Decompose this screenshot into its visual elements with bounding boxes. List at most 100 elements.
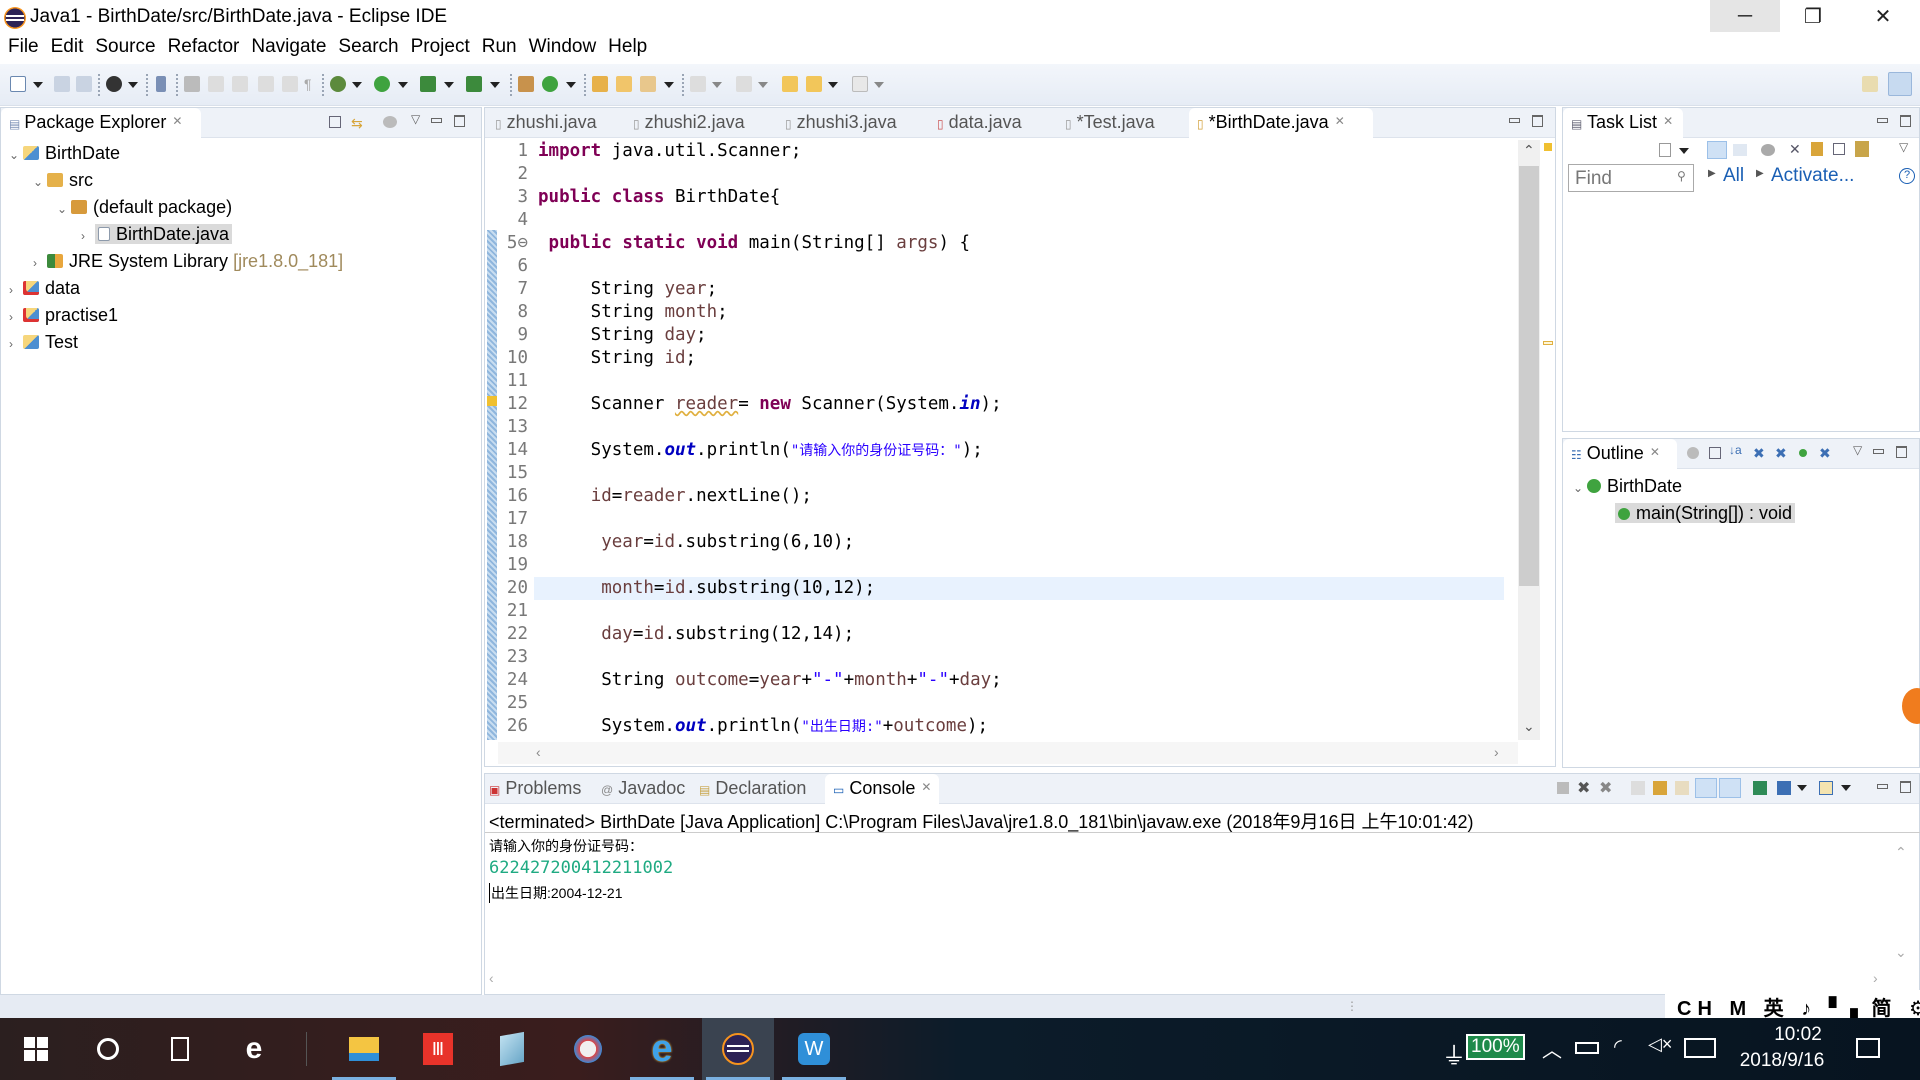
remove-all-terminated-icon[interactable]: ✖ — [1599, 778, 1612, 798]
code-editor[interactable]: 1 import java.util.Scanner; 2 3 public class… — [498, 140, 1514, 740]
task-find-input[interactable]: Find ⚲ — [1568, 164, 1694, 192]
show-on-stdout-icon[interactable] — [1695, 778, 1717, 798]
tree-item-src[interactable]: ⌄ src — [33, 167, 93, 193]
tab-zhushi3-java[interactable]: ▯ zhushi3.java — [785, 112, 897, 133]
hide-local-types-icon[interactable]: ✖ — [1819, 445, 1831, 462]
minimize-view-button[interactable] — [431, 114, 465, 130]
overview-occurrence-icon[interactable] — [1543, 341, 1553, 345]
tab-package-explorer[interactable]: ▤ Package Explorer ✕ — [1, 108, 201, 138]
line-number[interactable]: 24 — [498, 669, 534, 692]
red-app-button[interactable]: Ⅲ — [402, 1018, 474, 1080]
collapse-all-icon[interactable] — [329, 116, 341, 128]
tree-item-birthdate-java[interactable]: › BirthDate.java — [81, 221, 233, 249]
coverage-dropdown-icon[interactable] — [444, 82, 454, 88]
search-icon[interactable] — [640, 76, 656, 92]
save-icon[interactable] — [54, 76, 70, 92]
chevron-down-icon[interactable]: ⌄ — [57, 196, 71, 222]
show-on-stderr-icon[interactable] — [1719, 778, 1741, 798]
tree-item-default-package[interactable]: ⌄ (default package) — [57, 194, 232, 220]
previous-annotation-icon[interactable] — [736, 76, 752, 92]
chevron-right-icon[interactable]: › — [33, 250, 47, 276]
edit-icon[interactable] — [208, 76, 224, 92]
scroll-down-icon[interactable]: ⌄ — [1523, 718, 1535, 735]
forward-icon[interactable] — [852, 76, 868, 92]
code-line[interactable]: 4 — [498, 209, 1514, 232]
clear-console-icon[interactable] — [1631, 781, 1645, 795]
scroll-lock-icon[interactable] — [1653, 781, 1667, 795]
pilcrow-icon[interactable]: ¶ — [304, 76, 320, 92]
line-number[interactable]: 1 — [498, 140, 534, 163]
code-line[interactable]: 2 — [498, 163, 1514, 186]
code-line[interactable]: 19 — [498, 554, 1514, 577]
line-number[interactable]: 21 — [498, 600, 534, 623]
code-line[interactable]: 26 System.out.println("出生日期:"+outcome); — [498, 715, 1514, 738]
focus-icon[interactable] — [383, 116, 397, 128]
view-menu-icon[interactable]: ▽ — [1853, 443, 1862, 457]
scroll-down-icon[interactable]: ⌄ — [1895, 944, 1907, 961]
code-line[interactable]: 9 String day; — [498, 324, 1514, 347]
debug-dropdown-icon[interactable] — [352, 82, 362, 88]
code-line[interactable]: 6 — [498, 255, 1514, 278]
next-annotation-icon[interactable] — [690, 76, 706, 92]
sort-icon[interactable]: ↓a — [1729, 443, 1742, 457]
line-number[interactable]: 7 — [498, 278, 534, 301]
paint-button[interactable] — [552, 1018, 624, 1080]
internet-explorer-button[interactable]: e — [626, 1018, 698, 1080]
code-line[interactable]: 1 import java.util.Scanner; — [498, 140, 1514, 163]
scroll-up-icon[interactable]: ⌃ — [1523, 142, 1535, 159]
remove-launch-icon[interactable]: ✖ — [1577, 778, 1590, 798]
code-line[interactable]: 13 — [498, 416, 1514, 439]
menu-file[interactable]: File — [0, 34, 39, 64]
previous-annotation-dropdown-icon[interactable] — [758, 82, 768, 88]
code-line[interactable]: 14 System.out.println("请输入你的身份证号码："); — [498, 439, 1514, 462]
wps-writer-button[interactable]: W — [778, 1018, 850, 1080]
menu-refactor[interactable]: Refactor — [160, 34, 240, 64]
tree-item-jre-library[interactable]: › JRE System Library [jre1.8.0_181] — [33, 248, 343, 274]
menu-window[interactable]: Window — [521, 34, 597, 64]
display-console-dropdown-icon[interactable] — [1797, 785, 1807, 791]
line-number[interactable]: 3 — [498, 186, 534, 209]
warning-marker-icon[interactable] — [487, 396, 497, 406]
code-line[interactable]: 5⊖ public static void main(String[] args… — [498, 232, 1514, 255]
close-icon[interactable]: ✕ — [1663, 114, 1673, 128]
chevron-right-icon[interactable]: › — [9, 331, 23, 357]
code-line[interactable]: 23 — [498, 646, 1514, 669]
code-line[interactable]: 7 String year; — [498, 278, 1514, 301]
tree-item-practise1-project[interactable]: › practise1 — [9, 302, 118, 328]
touch-keyboard-icon[interactable] — [1684, 1038, 1716, 1058]
activate-task-link[interactable]: Activate... — [1771, 165, 1854, 187]
editor-minmax-buttons[interactable] — [1509, 114, 1543, 130]
line-number[interactable]: 14 — [498, 439, 534, 462]
tab-javadoc[interactable]: @ Javadoc — [601, 778, 685, 799]
minimize-button[interactable]: ─ — [1710, 0, 1780, 32]
scroll-left-icon[interactable]: ‹ — [489, 970, 494, 986]
line-number[interactable]: 9 — [498, 324, 534, 347]
focus-on-workweek-icon[interactable] — [1761, 144, 1775, 156]
scheduled-icon[interactable] — [1733, 144, 1747, 156]
line-number[interactable]: 26 — [498, 715, 534, 738]
line-number[interactable]: 18 — [498, 531, 534, 554]
external-tools-icon[interactable] — [466, 76, 482, 92]
tab-outline[interactable]: ☷ Outline ✕ — [1563, 439, 1677, 469]
block-selection-icon[interactable] — [258, 76, 274, 92]
all-tasks-link[interactable]: All — [1723, 165, 1744, 187]
code-line[interactable]: 12 Scanner reader= new Scanner(System.in… — [498, 393, 1514, 416]
terminate-icon[interactable] — [1557, 782, 1569, 794]
chevron-down-icon[interactable]: ⌄ — [1573, 475, 1587, 501]
line-number[interactable]: 12 — [498, 393, 534, 416]
ime-toolbar[interactable]: CH M 英 ♪ ▘▖简 ⚙ — [1665, 990, 1920, 1020]
open-console-dropdown-icon[interactable] — [1841, 785, 1851, 791]
editor-vertical-scrollbar[interactable]: ⌃ ⌄ — [1518, 140, 1540, 740]
console-minmax-buttons[interactable] — [1877, 780, 1911, 796]
view-menu-icon[interactable]: ▽ — [411, 112, 420, 126]
code-line[interactable]: 20 month=id.substring(10,12); — [498, 577, 1514, 600]
mark-occurrences-icon[interactable] — [232, 76, 248, 92]
new-task-icon[interactable] — [1659, 143, 1671, 157]
open-console-icon[interactable] — [1819, 781, 1833, 795]
chevron-right-icon[interactable]: › — [81, 223, 95, 249]
eclipse-button[interactable] — [702, 1018, 774, 1080]
line-number[interactable]: 5⊖ — [498, 232, 534, 255]
code-line[interactable]: 8 String month; — [498, 301, 1514, 324]
back-dropdown-icon[interactable] — [828, 82, 838, 88]
task-view-button[interactable] — [144, 1018, 216, 1080]
